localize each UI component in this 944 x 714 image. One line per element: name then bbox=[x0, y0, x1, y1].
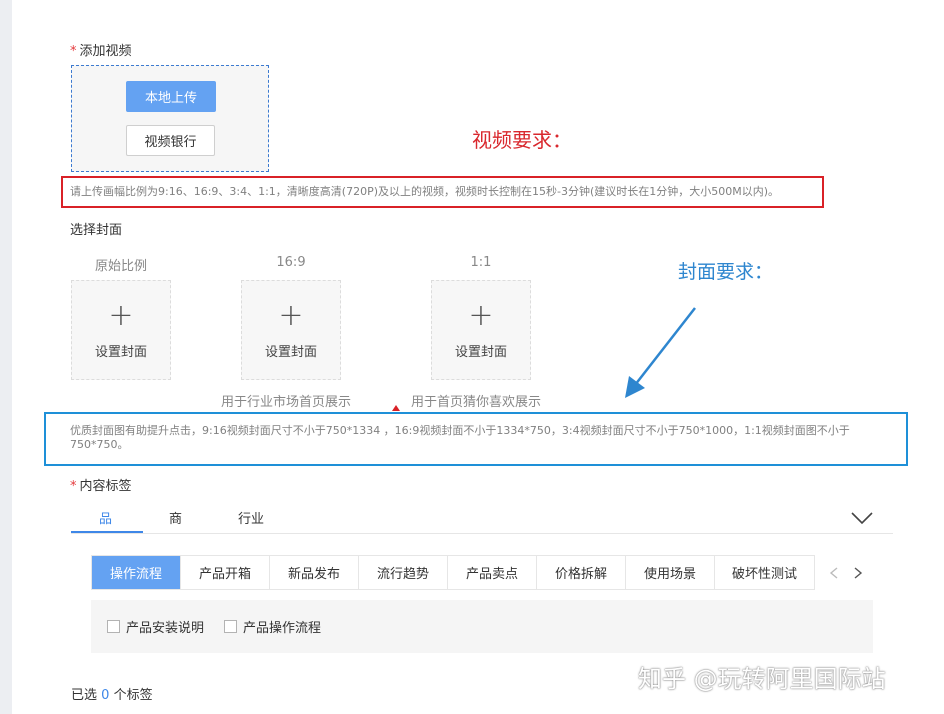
selected-suffix: 个标签 bbox=[113, 688, 153, 703]
subtab-unboxing[interactable]: 产品开箱 bbox=[181, 556, 270, 589]
subtab-selling-points[interactable]: 产品卖点 bbox=[448, 556, 537, 589]
set-cover-label: 设置封面 bbox=[454, 344, 507, 360]
subtab-trends[interactable]: 流行趋势 bbox=[359, 556, 448, 589]
required-mark: * bbox=[70, 44, 77, 59]
checkbox-operation-flow[interactable]: 产品操作流程 bbox=[224, 617, 321, 636]
cover-1-1-note: 用于首页猜你喜欢展示 bbox=[411, 395, 542, 410]
set-cover-1-1-button[interactable]: + 设置封面 bbox=[431, 280, 531, 380]
chevron-down-icon[interactable] bbox=[850, 510, 874, 526]
content-tags-label: * 内容标签 bbox=[70, 475, 132, 494]
subtab-destructive-test[interactable]: 破坏性测试 bbox=[715, 556, 814, 589]
subtab-operation-flow[interactable]: 操作流程 bbox=[92, 556, 181, 589]
set-cover-label: 设置封面 bbox=[264, 344, 317, 360]
cover-ratio-1-1-label: 1:1 bbox=[470, 255, 492, 270]
cover-ratio-original-label: 原始比例 bbox=[94, 259, 147, 274]
local-upload-button[interactable]: 本地上传 bbox=[126, 81, 216, 112]
checkbox-install-instructions[interactable]: 产品安装说明 bbox=[107, 617, 204, 636]
set-cover-original-button[interactable]: + 设置封面 bbox=[71, 280, 171, 380]
video-hint-text: 请上传画幅比例为9:16、16:9、3:4、1:1，清晰度高清(720P)及以上… bbox=[70, 185, 780, 198]
active-tab-indicator bbox=[71, 531, 143, 533]
checkbox-label: 产品安装说明 bbox=[126, 621, 205, 636]
add-video-label: * 添加视频 bbox=[70, 40, 132, 59]
tabs-divider bbox=[71, 533, 893, 534]
video-requirements-annotation: 视频要求： bbox=[472, 128, 572, 152]
chevron-right-icon[interactable] bbox=[852, 566, 864, 580]
selected-tags-count: 已选 0 个标签 bbox=[71, 684, 153, 703]
cover-requirements-annotation: 封面要求： bbox=[678, 261, 774, 283]
plus-icon: + bbox=[108, 297, 134, 333]
subtab-price-breakdown[interactable]: 价格拆解 bbox=[537, 556, 626, 589]
checkbox-box[interactable] bbox=[107, 620, 120, 633]
annotation-arrow-icon bbox=[625, 307, 696, 398]
content-tags-label-text: 内容标签 bbox=[79, 479, 132, 494]
cover-label: 选择封面 bbox=[70, 223, 123, 238]
tab-shang[interactable]: 商 bbox=[169, 508, 182, 527]
checkbox-label: 产品操作流程 bbox=[243, 621, 322, 636]
chevron-left-icon[interactable] bbox=[828, 566, 840, 580]
plus-icon: + bbox=[278, 297, 304, 333]
required-mark: * bbox=[70, 479, 77, 494]
plus-icon: + bbox=[468, 297, 494, 333]
cover-16-9-note: 用于行业市场首页展示 bbox=[221, 395, 352, 410]
subtab-new-release[interactable]: 新品发布 bbox=[270, 556, 359, 589]
checkbox-box[interactable] bbox=[224, 620, 237, 633]
tag-checkbox-panel bbox=[91, 600, 873, 653]
left-edge-bar bbox=[0, 0, 12, 714]
tab-pin[interactable]: 品 bbox=[99, 508, 112, 527]
selected-count: 0 bbox=[101, 688, 110, 703]
video-bank-button[interactable]: 视频银行 bbox=[126, 125, 215, 156]
set-cover-label: 设置封面 bbox=[94, 344, 147, 360]
cover-ratio-16-9-label: 16:9 bbox=[276, 255, 306, 270]
tab-industry[interactable]: 行业 bbox=[238, 508, 264, 527]
add-video-label-text: 添加视频 bbox=[79, 44, 132, 59]
subtab-bar: 操作流程 产品开箱 新品发布 流行趋势 产品卖点 价格拆解 使用场景 破坏性测试 bbox=[91, 555, 815, 590]
selected-prefix: 已选 bbox=[71, 688, 98, 703]
cover-hint-text: 优质封面图有助提升点击，9:16视频封面尺寸不小于750*1334 ，16:9视… bbox=[70, 424, 850, 451]
subtab-use-cases[interactable]: 使用场景 bbox=[626, 556, 715, 589]
set-cover-16-9-button[interactable]: + 设置封面 bbox=[241, 280, 341, 380]
watermark: 知乎 @玩转阿里国际站 bbox=[638, 665, 886, 693]
